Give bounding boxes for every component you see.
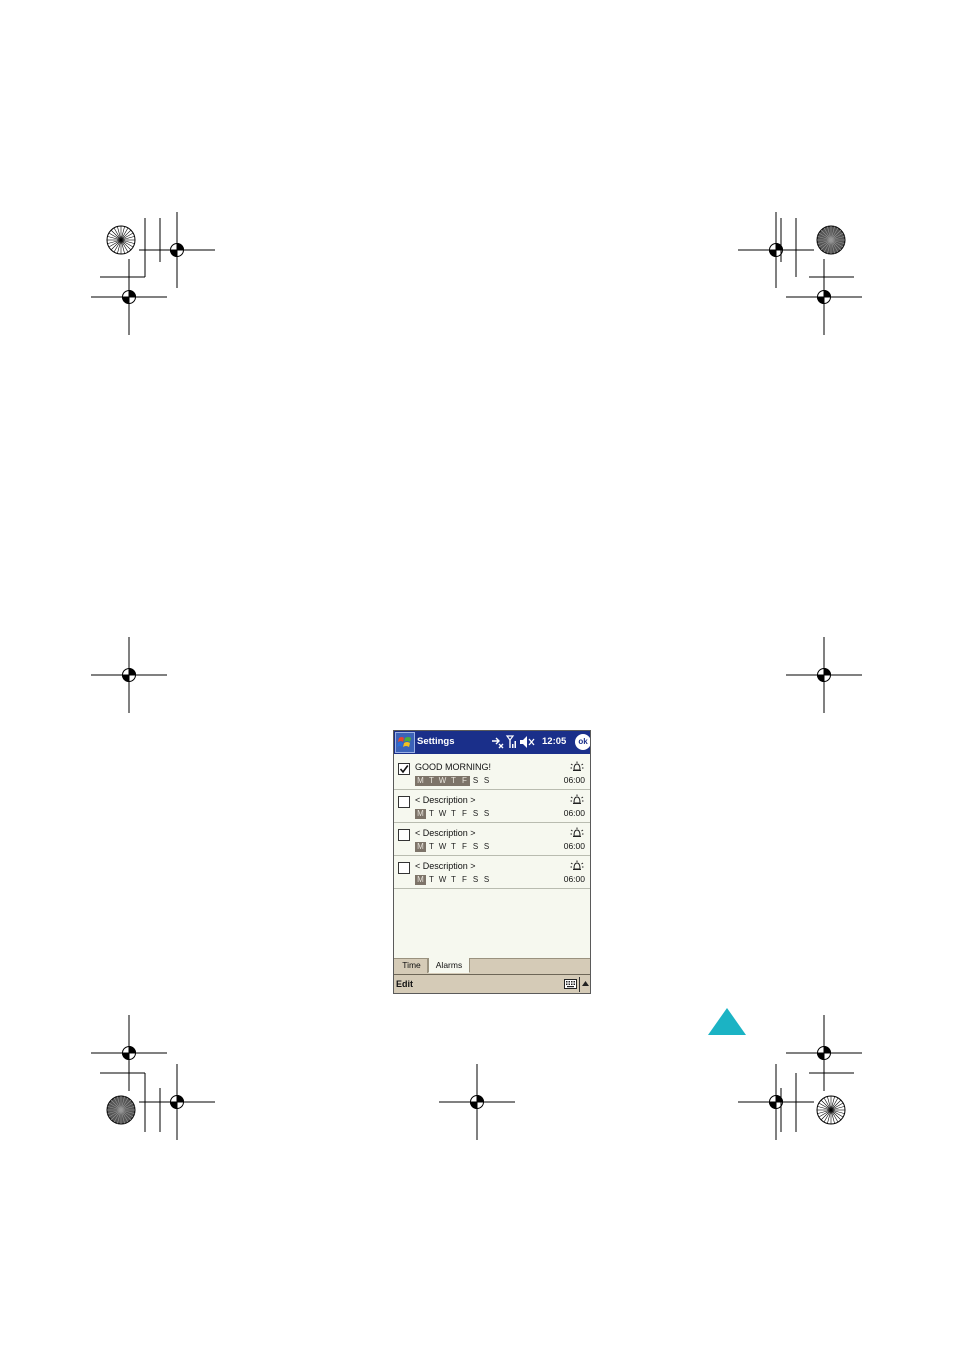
day-toggle[interactable]: M [415, 776, 426, 786]
alarm-enabled-checkbox[interactable] [398, 763, 410, 775]
day-toggle[interactable]: S [481, 776, 492, 786]
title-bar: Settings 12:05 ok [394, 731, 590, 754]
day-toggle[interactable]: S [481, 875, 492, 885]
alarm-enabled-checkbox[interactable] [398, 829, 410, 841]
edit-menu[interactable]: Edit [396, 979, 413, 989]
alarm-enabled-checkbox[interactable] [398, 862, 410, 874]
alarm-row[interactable]: < Description > M T W T F S S 06:00 [394, 823, 590, 856]
alarm-days: MTWTFSS [415, 875, 492, 885]
day-toggle[interactable]: S [470, 809, 481, 819]
start-menu-button[interactable] [395, 732, 415, 753]
day-toggle[interactable]: T [426, 809, 437, 819]
day-toggle[interactable]: T [426, 875, 437, 885]
day-toggle[interactable]: F [459, 809, 470, 819]
day-toggle[interactable]: W [437, 875, 448, 885]
alarm-description[interactable]: GOOD MORNING! [415, 762, 491, 772]
day-toggle[interactable]: M [415, 842, 426, 852]
alarm-days: MTWTFSS [415, 776, 492, 786]
windows-flag-icon [397, 737, 411, 747]
star-target-mark [816, 225, 846, 255]
star-target-mark [106, 1095, 136, 1125]
day-toggle[interactable]: W [437, 776, 448, 786]
day-toggle[interactable]: W [437, 809, 448, 819]
alarm-row[interactable]: < Description > M T W T F S S 06:00 [394, 790, 590, 823]
day-toggle[interactable]: S [481, 842, 492, 852]
ok-button[interactable]: ok [575, 734, 590, 750]
alarm-time[interactable]: 06:00 [564, 808, 585, 818]
alarm-description[interactable]: < Description > [415, 795, 476, 805]
connectivity-icon[interactable] [492, 737, 504, 749]
day-toggle[interactable]: T [448, 776, 459, 786]
alarm-row[interactable]: GOOD MORNING! M T W T F S S 06:00 [394, 757, 590, 790]
day-toggle[interactable]: M [415, 809, 426, 819]
alarm-bell-icon[interactable] [570, 794, 584, 805]
day-toggle[interactable]: T [448, 875, 459, 885]
menu-divider [579, 977, 580, 992]
alarm-description[interactable]: < Description > [415, 828, 476, 838]
alarm-enabled-checkbox[interactable] [398, 796, 410, 808]
day-toggle[interactable]: F [459, 776, 470, 786]
day-toggle[interactable]: T [448, 842, 459, 852]
day-toggle[interactable]: T [448, 809, 459, 819]
tab-bar: Time Alarms [394, 958, 590, 974]
alarm-bell-icon[interactable] [570, 860, 584, 871]
day-toggle[interactable]: S [470, 875, 481, 885]
crop-marks [91, 212, 862, 1140]
star-target-mark [106, 225, 136, 255]
day-toggle[interactable]: F [459, 842, 470, 852]
input-panel-arrow-icon[interactable] [582, 981, 589, 986]
alarm-bell-icon[interactable] [570, 827, 584, 838]
speaker-muted-icon[interactable] [520, 736, 535, 748]
day-toggle[interactable]: W [437, 842, 448, 852]
page-corner-triangle [708, 1008, 746, 1035]
tab-time[interactable]: Time [396, 958, 428, 973]
window-title: Settings [417, 736, 455, 747]
day-toggle[interactable]: S [470, 776, 481, 786]
clock[interactable]: 12:05 [542, 736, 566, 747]
alarm-description[interactable]: < Description > [415, 861, 476, 871]
checkmark-icon [399, 765, 409, 774]
alarm-days: MTWTFSS [415, 842, 492, 852]
day-toggle[interactable]: T [426, 776, 437, 786]
device-screen: Settings 12:05 ok GOOD MORNING! M T W T F S S 06… [393, 730, 591, 994]
menu-bar: Edit [394, 974, 590, 993]
alarm-list: GOOD MORNING! M T W T F S S 06:00 < Description >… [394, 757, 590, 889]
alarm-time[interactable]: 06:00 [564, 841, 585, 851]
tab-alarms[interactable]: Alarms [428, 958, 470, 973]
day-toggle[interactable]: S [481, 809, 492, 819]
star-target-mark [816, 1095, 846, 1125]
alarm-row[interactable]: < Description > M T W T F S S 06:00 [394, 856, 590, 889]
alarm-time[interactable]: 06:00 [564, 874, 585, 884]
day-toggle[interactable]: T [426, 842, 437, 852]
day-toggle[interactable]: M [415, 875, 426, 885]
alarm-days: MTWTFSS [415, 809, 492, 819]
status-icons [492, 735, 535, 749]
alarm-bell-icon[interactable] [570, 761, 584, 772]
day-toggle[interactable]: F [459, 875, 470, 885]
day-toggle[interactable]: S [470, 842, 481, 852]
alarm-time[interactable]: 06:00 [564, 775, 585, 785]
signal-strength-icon[interactable] [505, 735, 516, 748]
keyboard-icon[interactable] [564, 979, 577, 989]
